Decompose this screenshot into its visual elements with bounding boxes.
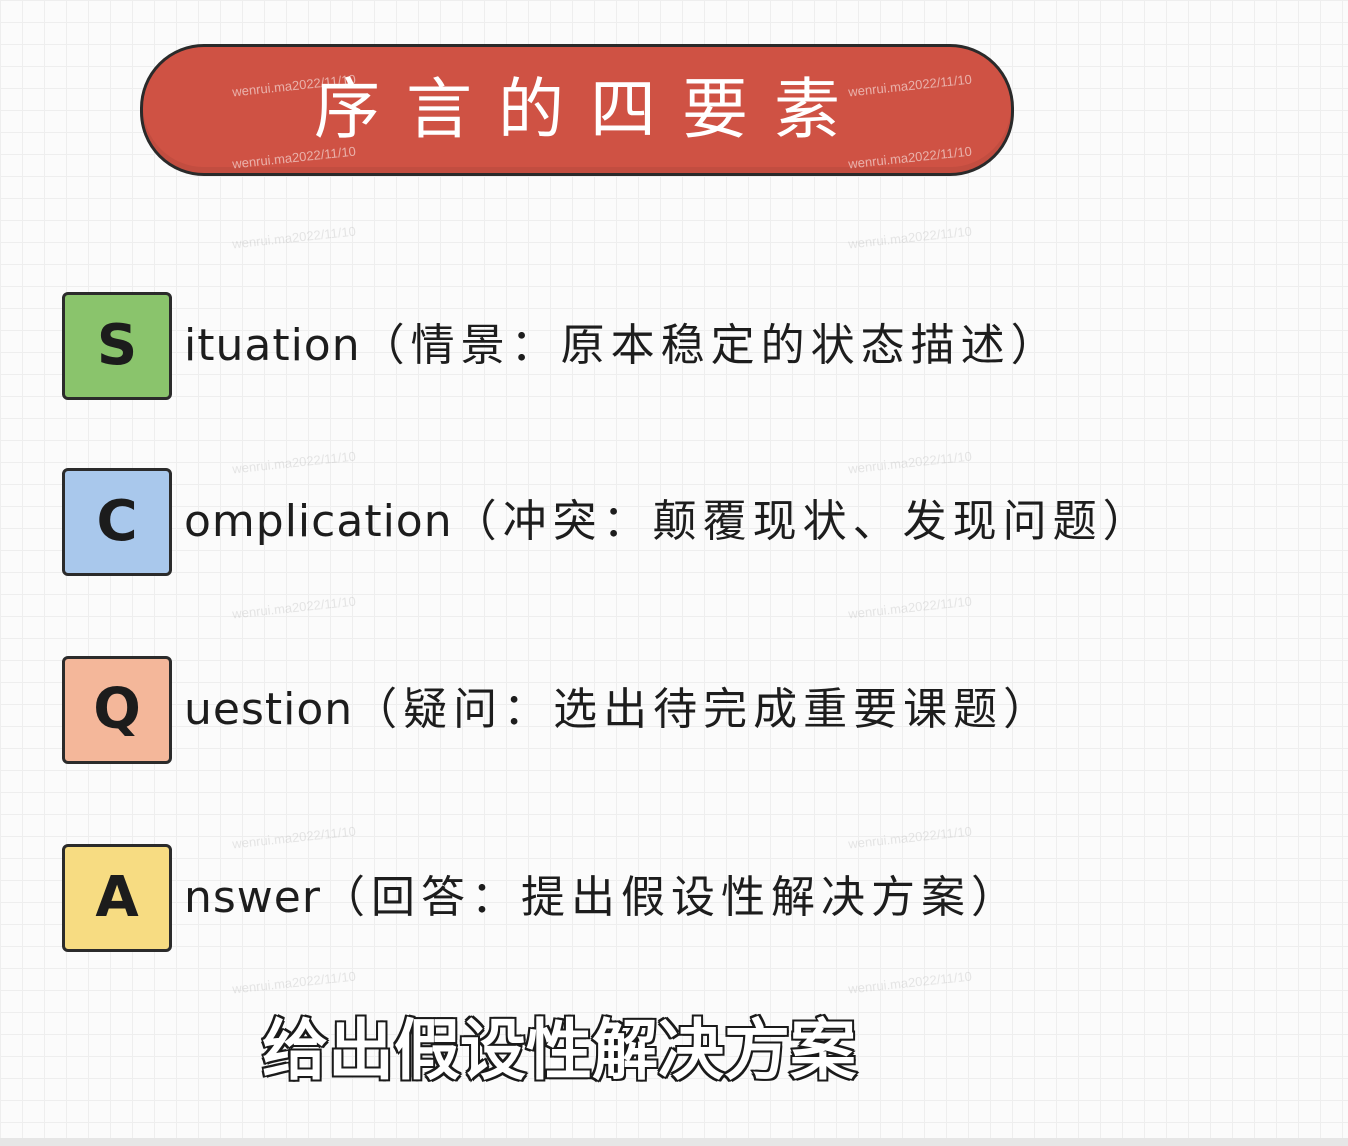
watermark: wenrui.ma2022/11/10 bbox=[847, 223, 973, 252]
watermark: wenrui.ma2022/11/10 bbox=[231, 223, 357, 252]
watermark: wenrui.ma2022/11/10 bbox=[231, 968, 357, 997]
letter-q: Q bbox=[93, 677, 141, 742]
page-title: 序言的四要素 bbox=[314, 71, 866, 148]
letter-c: C bbox=[96, 489, 138, 554]
row-text-situation: ituation（情景：原本稳定的状态描述） bbox=[184, 324, 1061, 368]
letter-box-s: S bbox=[62, 292, 172, 400]
description: （疑问：选出待完成重要课题） bbox=[353, 684, 1054, 735]
letter-box-c: C bbox=[62, 468, 172, 576]
letter-box-a: A bbox=[62, 844, 172, 952]
letter-s: S bbox=[96, 313, 138, 378]
row-text-question: uestion（疑问：选出待完成重要课题） bbox=[184, 688, 1053, 732]
element-row-question: Q uestion（疑问：选出待完成重要课题） bbox=[62, 654, 1053, 766]
word-rest: nswer bbox=[184, 872, 321, 923]
watermark: wenrui.ma2022/11/10 bbox=[231, 593, 357, 622]
element-row-complication: C omplication（冲突：颠覆现状、发现问题） bbox=[62, 466, 1153, 578]
letter-box-q: Q bbox=[62, 656, 172, 764]
element-row-situation: S ituation（情景：原本稳定的状态描述） bbox=[62, 290, 1061, 402]
bottom-bar bbox=[0, 1138, 1348, 1146]
row-text-answer: nswer（回答：提出假设性解决方案） bbox=[184, 876, 1021, 920]
word-rest: uestion bbox=[184, 684, 354, 735]
description: （回答：提出假设性解决方案） bbox=[320, 872, 1021, 923]
description: （情景：原本稳定的状态描述） bbox=[360, 320, 1061, 371]
description: （冲突：颠覆现状、发现问题） bbox=[452, 496, 1153, 547]
watermark: wenrui.ma2022/11/10 bbox=[847, 968, 973, 997]
element-row-answer: A nswer（回答：提出假设性解决方案） bbox=[62, 842, 1021, 954]
row-text-complication: omplication（冲突：颠覆现状、发现问题） bbox=[184, 500, 1153, 544]
video-subtitle: 给出假设性解决方案 bbox=[261, 1012, 858, 1089]
word-rest: ituation bbox=[184, 320, 361, 371]
watermark: wenrui.ma2022/11/10 bbox=[847, 593, 973, 622]
letter-a: A bbox=[95, 865, 139, 930]
word-rest: omplication bbox=[184, 496, 453, 547]
